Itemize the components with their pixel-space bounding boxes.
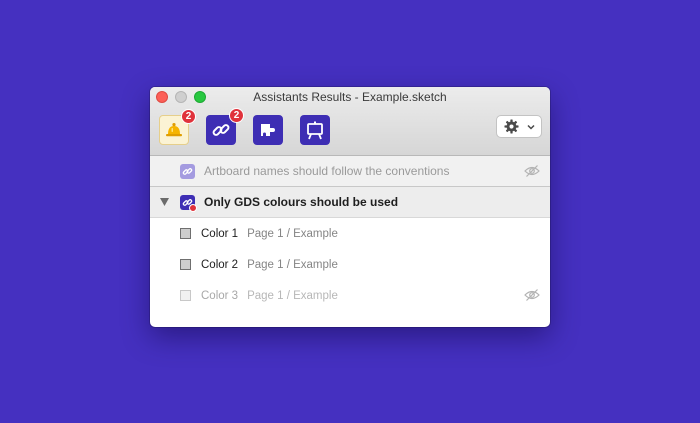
color-swatch	[180, 290, 191, 301]
item-name: Color 2	[201, 258, 239, 271]
link-icon	[212, 124, 230, 136]
item-path: Page 1 / Example	[247, 258, 338, 271]
gear-icon	[503, 119, 519, 134]
settings-dropdown-button[interactable]	[496, 115, 542, 138]
bell-badge: 2	[181, 109, 196, 124]
item-name: Color 3	[201, 289, 239, 302]
rule-label: Artboard names should follow the convent…	[204, 164, 450, 178]
assistant-link-button[interactable]: 2	[206, 108, 244, 145]
easel-icon	[307, 121, 323, 140]
disclosure-triangle-icon[interactable]	[160, 198, 169, 206]
hidden-eye-icon[interactable]	[524, 164, 540, 178]
item-path: Page 1 / Example	[247, 289, 338, 302]
result-item-color-2[interactable]: Color 2 Page 1 / Example	[150, 249, 550, 280]
title-bar: Assistants Results - Example.sketch 2 2	[150, 87, 550, 156]
result-item-color-3[interactable]: Color 3 Page 1 / Example	[150, 280, 550, 311]
item-name: Color 1	[201, 227, 239, 240]
puzzle-icon	[261, 124, 275, 136]
rule-label: Only GDS colours should be used	[204, 195, 399, 209]
window-title: Assistants Results - Example.sketch	[253, 90, 447, 104]
chevron-down-icon	[526, 124, 535, 130]
error-dot	[189, 203, 197, 212]
color-swatch	[180, 259, 191, 270]
item-path: Page 1 / Example	[247, 227, 338, 240]
assistant-easel-button[interactable]	[300, 115, 330, 145]
assistant-bell-button[interactable]: 2	[159, 109, 196, 145]
rule-link-icon	[180, 163, 195, 179]
bell-icon	[166, 123, 182, 137]
rule-link-icon	[180, 194, 197, 212]
assistants-results-window: Assistants Results - Example.sketch 2 2	[150, 87, 550, 327]
rule-row-gds-colours[interactable]: Only GDS colours should be used	[150, 187, 550, 218]
result-item-color-1[interactable]: Color 1 Page 1 / Example	[150, 218, 550, 249]
color-swatch	[180, 228, 191, 239]
assistant-puzzle-button[interactable]	[253, 115, 283, 145]
link-badge: 2	[229, 108, 244, 123]
hidden-eye-icon[interactable]	[524, 288, 540, 302]
rule-row-artboard-names[interactable]: Artboard names should follow the convent…	[150, 156, 550, 187]
